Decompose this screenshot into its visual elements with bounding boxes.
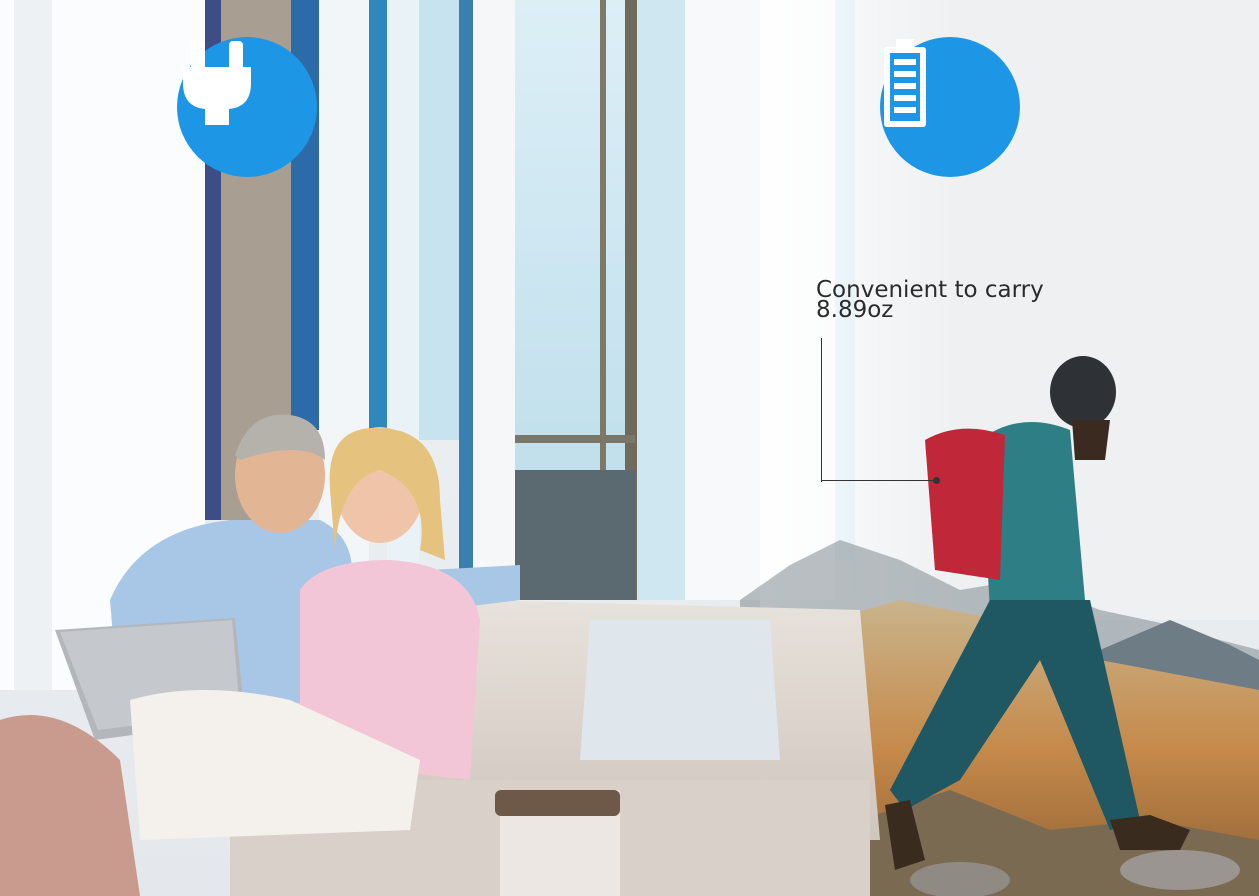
battery-icon xyxy=(880,37,1020,177)
promo-banner: Convenient to carry 8.89oz xyxy=(0,0,1259,896)
callout-leader-line xyxy=(821,338,822,482)
power-plug-icon xyxy=(177,37,317,177)
weight-callout: Convenient to carry 8.89oz xyxy=(816,279,1044,323)
callout-leader-dot xyxy=(933,477,940,484)
callout-weight: 8.89oz xyxy=(816,297,894,323)
callout-leader-line-horizontal xyxy=(821,480,937,481)
